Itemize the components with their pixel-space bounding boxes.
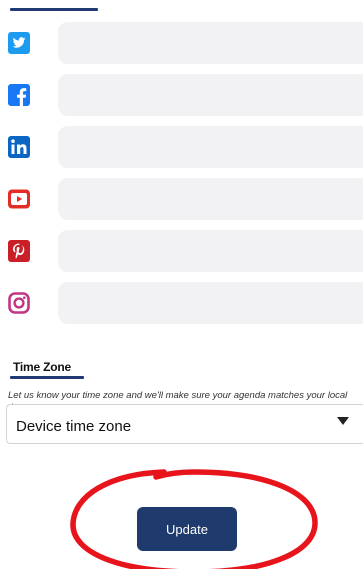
section-underline: [10, 8, 98, 11]
social-row-instagram: [0, 282, 363, 324]
instagram-url-input[interactable]: [58, 282, 363, 324]
profile-settings-page: Time Zone Let us know your time zone and…: [0, 0, 363, 569]
pinterest-icon: [8, 240, 30, 262]
time-zone-underline: [10, 376, 84, 379]
social-row-linkedin: [0, 126, 363, 168]
time-zone-selected-value: Device time zone: [16, 418, 132, 435]
update-button[interactable]: Update: [137, 507, 237, 551]
pinterest-url-input[interactable]: [58, 230, 363, 272]
facebook-url-input[interactable]: [58, 74, 363, 116]
youtube-icon: [8, 188, 30, 210]
time-zone-heading: Time Zone: [13, 360, 71, 374]
social-row-pinterest: [0, 230, 363, 272]
social-row-youtube: [0, 178, 363, 220]
linkedin-url-input[interactable]: [58, 126, 363, 168]
time-zone-select[interactable]: Device time zone: [6, 404, 363, 444]
youtube-url-input[interactable]: [58, 178, 363, 220]
twitter-icon: [8, 32, 30, 54]
facebook-icon: [8, 84, 30, 106]
social-row-twitter: [0, 22, 363, 64]
linkedin-icon: [8, 136, 30, 158]
twitter-url-input[interactable]: [58, 22, 363, 64]
instagram-icon: [8, 292, 30, 314]
chevron-down-icon: [337, 417, 349, 425]
social-row-facebook: [0, 74, 363, 116]
